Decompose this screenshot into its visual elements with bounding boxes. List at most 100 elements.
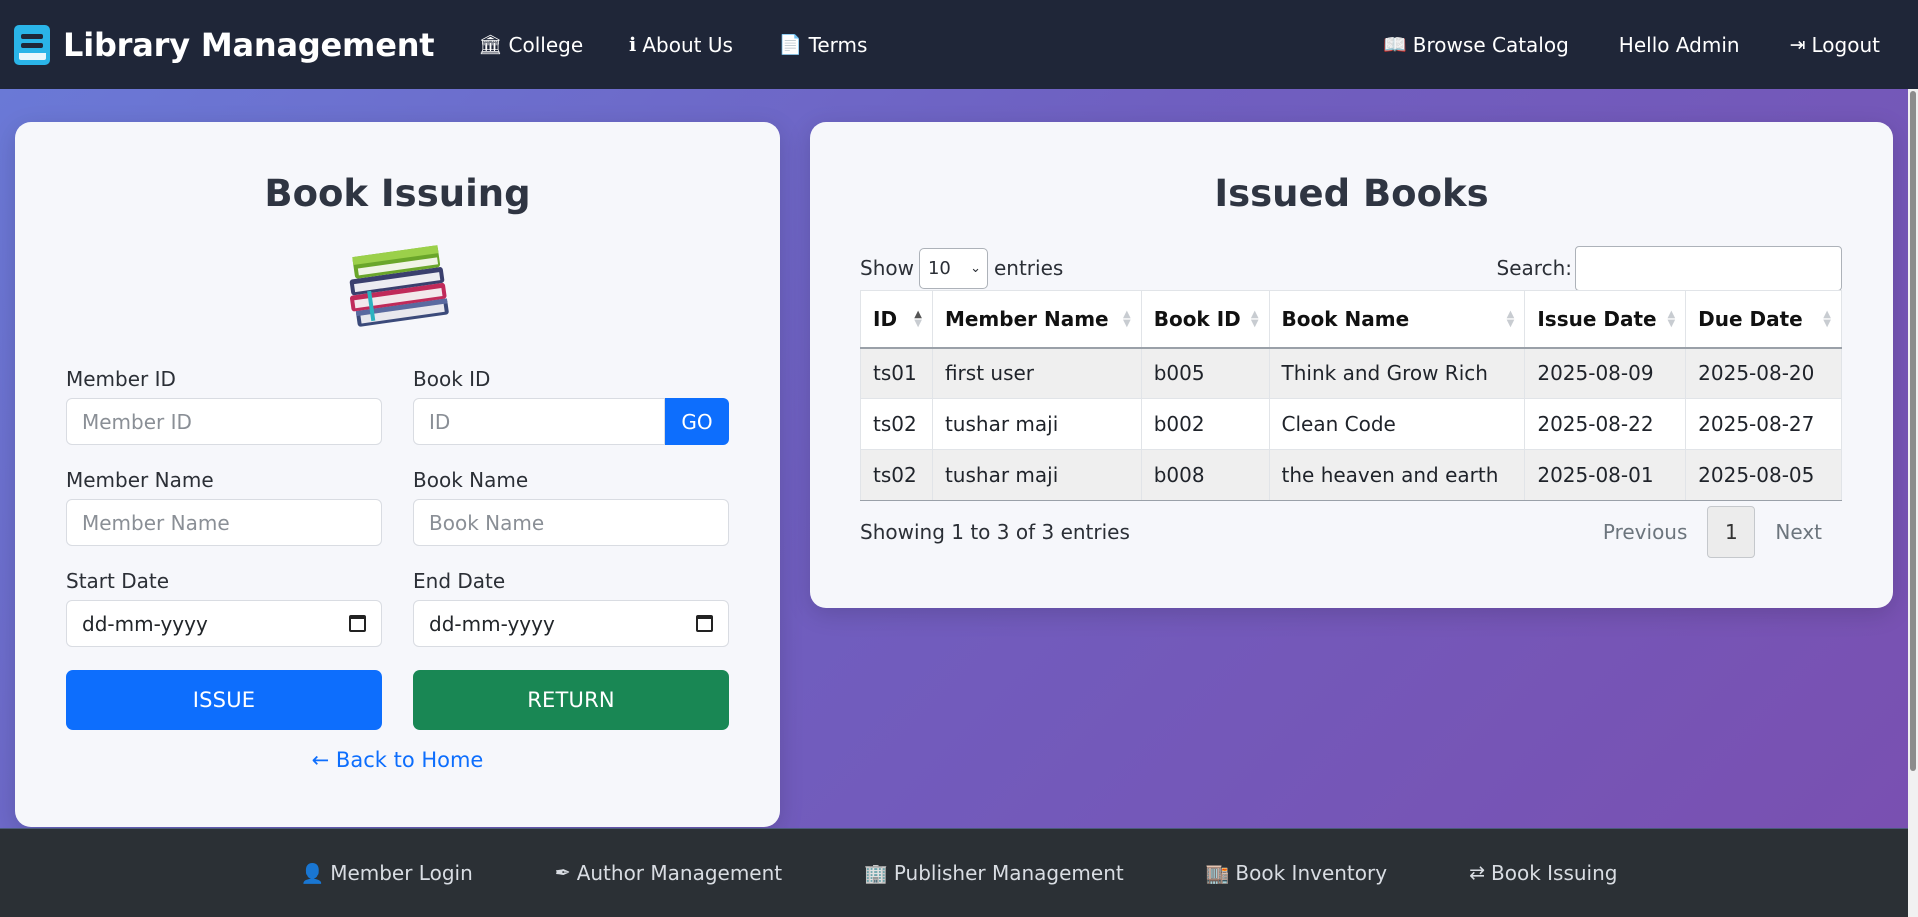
table-row[interactable]: ts02 tushar maji b008 the heaven and ear… bbox=[860, 449, 1842, 501]
sort-icon: ▲ ▼ bbox=[1667, 308, 1676, 329]
nav-browse-catalog[interactable]: 📖 Browse Catalog bbox=[1383, 33, 1569, 57]
page-scrollbar[interactable] bbox=[1908, 89, 1918, 917]
sort-icon: ▲ ▼ bbox=[1506, 308, 1515, 329]
col-book-id-header[interactable]: Book ID ▲ ▼ bbox=[1140, 290, 1270, 349]
col-issue-date-header[interactable]: Issue Date ▲ ▼ bbox=[1524, 290, 1687, 349]
footer-nav: 👤 Member Login ✒ Author Management 🏢 Pub… bbox=[0, 828, 1918, 917]
member-name-group: Member Name Member Name bbox=[66, 468, 382, 546]
start-date-input[interactable]: dd-mm-yyyy bbox=[66, 600, 382, 647]
table-footer: Showing 1 to 3 of 3 entries Previous 1 N… bbox=[860, 506, 1842, 558]
back-to-home-link[interactable]: ← Back to Home bbox=[15, 748, 780, 772]
start-date-group: Start Date dd-mm-yyyy bbox=[66, 569, 382, 647]
search-input[interactable] bbox=[1575, 245, 1842, 291]
col-member-name-header[interactable]: Member Name ▲ ▼ bbox=[931, 290, 1142, 349]
issue-form: Member ID Member ID Book ID ID GO Member… bbox=[66, 367, 730, 730]
member-id-label: Member ID bbox=[66, 367, 176, 391]
nav-hello-admin[interactable]: Hello Admin bbox=[1619, 33, 1740, 57]
footer-book-inventory[interactable]: 🏬 Book Inventory bbox=[1206, 861, 1387, 885]
document-icon: 📄 bbox=[778, 34, 803, 56]
start-date-label: Start Date bbox=[66, 569, 170, 593]
col-due-date-header[interactable]: Due Date ▲ ▼ bbox=[1685, 290, 1842, 349]
col-issue-date-label: Issue Date bbox=[1537, 306, 1657, 331]
member-id-group: Member ID Member ID bbox=[66, 367, 382, 445]
top-navbar: Library Management 🏛 College ℹ About Us … bbox=[0, 0, 1918, 89]
cell-book-name: the heaven and earth bbox=[1268, 449, 1526, 501]
nav-logout-label: Logout bbox=[1811, 32, 1880, 57]
bank-icon: 🏛 bbox=[478, 34, 503, 56]
brand-title: Library Management bbox=[63, 25, 435, 64]
page-length-value: 10 bbox=[927, 257, 951, 279]
cell-id: ts01 bbox=[860, 347, 933, 399]
nav-college-label: College bbox=[508, 32, 584, 57]
member-name-input[interactable]: Member Name bbox=[66, 499, 382, 546]
entries-label: entries bbox=[993, 256, 1064, 280]
col-book-name-label: Book Name bbox=[1281, 306, 1410, 331]
book-issuing-title: Book Issuing bbox=[264, 172, 531, 215]
book-id-input[interactable]: ID bbox=[413, 398, 665, 445]
page-1-button[interactable]: 1 bbox=[1707, 506, 1756, 558]
next-page-button[interactable]: Next bbox=[1755, 520, 1842, 544]
sort-icon: ▲ ▼ bbox=[1250, 308, 1259, 329]
cell-id: ts02 bbox=[860, 398, 933, 450]
logout-icon: ⇥ bbox=[1789, 33, 1806, 56]
nav-hello-admin-label: Hello Admin bbox=[1618, 32, 1740, 57]
cell-book-id: b002 bbox=[1140, 398, 1270, 450]
cell-due-date: 2025-08-27 bbox=[1685, 398, 1842, 450]
exchange-icon: ⇄ bbox=[1469, 862, 1485, 884]
start-date-value: dd-mm-yyyy bbox=[82, 611, 208, 636]
table-info: Showing 1 to 3 of 3 entries bbox=[860, 520, 1130, 544]
footer-author-management[interactable]: ✒ Author Management bbox=[555, 861, 782, 885]
nav-college[interactable]: 🏛 College bbox=[478, 33, 583, 57]
sort-icon: ▲ ▼ bbox=[1123, 308, 1131, 329]
cell-due-date: 2025-08-20 bbox=[1685, 347, 1842, 399]
footer-book-inventory-label: Book Inventory bbox=[1235, 861, 1388, 885]
col-book-name-header[interactable]: Book Name ▲ ▼ bbox=[1268, 290, 1526, 349]
end-date-value: dd-mm-yyyy bbox=[429, 611, 555, 636]
search-label: Search: bbox=[1496, 256, 1572, 280]
col-id-label: ID bbox=[873, 306, 898, 331]
end-date-group: End Date dd-mm-yyyy bbox=[413, 569, 729, 647]
member-id-input[interactable]: Member ID bbox=[66, 398, 382, 445]
nav-browse-catalog-label: Browse Catalog bbox=[1412, 32, 1569, 57]
book-id-label: Book ID bbox=[413, 367, 491, 391]
member-name-label: Member Name bbox=[66, 468, 214, 492]
nav-about-us[interactable]: ℹ About Us bbox=[629, 33, 733, 57]
footer-book-issuing[interactable]: ⇄ Book Issuing bbox=[1469, 861, 1617, 885]
cell-issue-date: 2025-08-01 bbox=[1524, 449, 1687, 501]
table-row[interactable]: ts01 first user b005 Think and Grow Rich… bbox=[860, 347, 1842, 399]
info-icon: ℹ bbox=[629, 33, 637, 56]
issue-button[interactable]: ISSUE bbox=[66, 670, 382, 730]
nav-left: 🏛 College ℹ About Us 📄 Terms bbox=[478, 33, 913, 57]
book-id-input-group: ID GO bbox=[413, 398, 729, 445]
go-button[interactable]: GO bbox=[665, 398, 729, 445]
footer-member-login[interactable]: 👤 Member Login bbox=[301, 861, 473, 885]
calendar-icon[interactable] bbox=[349, 615, 366, 632]
books-stack-icon bbox=[349, 245, 449, 327]
page-length-select[interactable]: 10 ⌄ bbox=[918, 247, 988, 289]
table-row[interactable]: ts02 tushar maji b002 Clean Code 2025-08… bbox=[860, 398, 1842, 450]
cell-book-name: Think and Grow Rich bbox=[1268, 347, 1526, 399]
issued-books-table: ID ▲ ▼ Member Name ▲ ▼ Book ID ▲ ▼ Book Nam… bbox=[860, 290, 1842, 501]
cell-id: ts02 bbox=[860, 449, 933, 501]
footer-publisher-management[interactable]: 🏢 Publisher Management bbox=[864, 861, 1124, 885]
end-date-input[interactable]: dd-mm-yyyy bbox=[413, 600, 729, 647]
scrollbar-thumb[interactable] bbox=[1910, 91, 1916, 771]
nav-terms[interactable]: 📄 Terms bbox=[779, 33, 868, 57]
previous-page-button[interactable]: Previous bbox=[1583, 520, 1708, 544]
book-name-input[interactable]: Book Name bbox=[413, 499, 729, 546]
cell-issue-date: 2025-08-22 bbox=[1524, 398, 1687, 450]
table-header-row: ID ▲ ▼ Member Name ▲ ▼ Book ID ▲ ▼ Book Nam… bbox=[860, 290, 1842, 349]
brand[interactable]: Library Management bbox=[14, 24, 435, 65]
cell-book-name: Clean Code bbox=[1268, 398, 1526, 450]
col-due-date-label: Due Date bbox=[1698, 306, 1803, 331]
return-button[interactable]: RETURN bbox=[413, 670, 729, 730]
col-id-header[interactable]: ID ▲ ▼ bbox=[860, 290, 933, 349]
pen-icon: ✒ bbox=[554, 862, 571, 884]
footer-member-login-label: Member Login bbox=[330, 861, 473, 885]
open-book-icon: 📖 bbox=[1383, 34, 1407, 56]
nav-logout[interactable]: ⇥ Logout bbox=[1790, 33, 1880, 57]
pagination: Previous 1 Next bbox=[1583, 506, 1842, 558]
cell-book-id: b008 bbox=[1140, 449, 1270, 501]
book-name-group: Book Name Book Name bbox=[413, 468, 729, 546]
calendar-icon[interactable] bbox=[696, 615, 713, 632]
